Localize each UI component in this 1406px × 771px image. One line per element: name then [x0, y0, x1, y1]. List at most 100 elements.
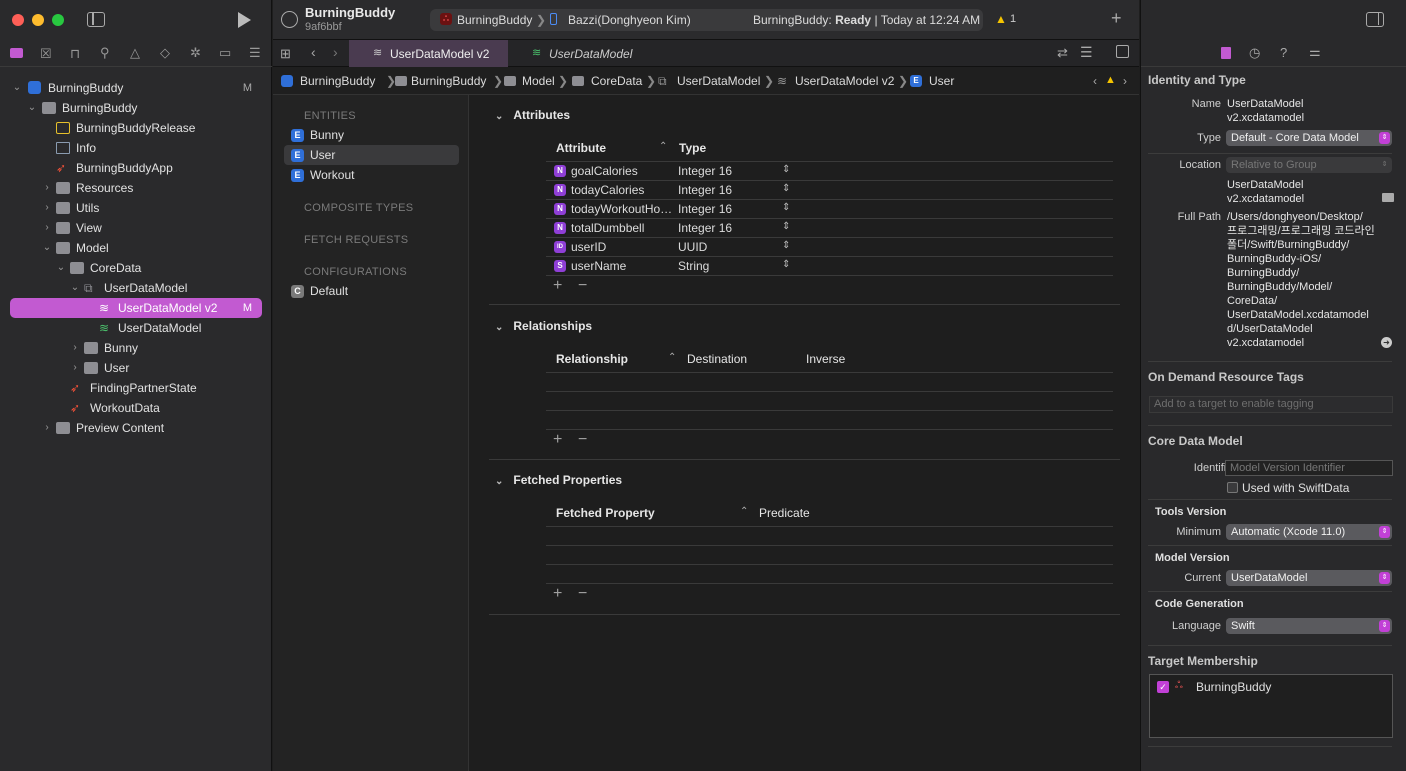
chevron-down-icon[interactable]: ⌄: [495, 476, 503, 487]
column-header-destination[interactable]: Destination: [687, 352, 747, 366]
remove-attribute-button[interactable]: −: [578, 277, 587, 295]
nav-row-group[interactable]: › Preview Content: [0, 418, 272, 438]
nav-row-group[interactable]: › Utils: [0, 198, 272, 218]
find-icon[interactable]: ⚲: [100, 45, 110, 61]
breadcrumb-item[interactable]: BurningBuddy: [300, 74, 375, 88]
stepper-icon[interactable]: ⇕: [782, 202, 790, 213]
close-window-button[interactable]: [12, 14, 24, 26]
current-popup[interactable]: UserDataModel ⇕: [1226, 570, 1392, 586]
chevron-right-icon[interactable]: ›: [42, 178, 52, 198]
add-fetched-property-button[interactable]: +: [553, 585, 562, 603]
nav-row-group[interactable]: › View: [0, 218, 272, 238]
next-issue-icon[interactable]: ›: [1123, 74, 1127, 88]
attribute-type[interactable]: Integer 16: [678, 183, 732, 197]
location-popup[interactable]: Relative to Group ⇕: [1226, 157, 1392, 173]
add-attribute-button[interactable]: +: [553, 277, 562, 295]
editor-options-icon[interactable]: ☰: [1080, 44, 1093, 61]
language-popup[interactable]: Swift ⇕: [1226, 618, 1392, 634]
file-inspector-icon[interactable]: [1221, 47, 1231, 59]
stepper-icon[interactable]: ⇕: [782, 240, 790, 251]
type-popup[interactable]: Default - Core Data Model ⇕: [1226, 130, 1392, 146]
attribute-type[interactable]: UUID: [678, 240, 707, 254]
column-header-fetched-property[interactable]: Fetched Property: [556, 506, 655, 520]
breakpoint-icon[interactable]: ▭: [219, 45, 231, 61]
relationships-section-header[interactable]: ⌄ Relationships: [495, 319, 592, 333]
clock-icon[interactable]: [281, 11, 298, 28]
split-editor-icon[interactable]: [1116, 45, 1129, 58]
column-header-type[interactable]: Type: [679, 141, 706, 155]
chevron-down-icon[interactable]: ⌄: [42, 238, 52, 258]
inspector-toggle-icon[interactable]: [1366, 12, 1384, 27]
name-value-line1[interactable]: UserDataModel: [1227, 97, 1303, 111]
chevron-right-icon[interactable]: ›: [42, 218, 52, 238]
nav-row-group[interactable]: ⌄ BurningBuddy: [0, 98, 272, 118]
attribute-row[interactable]: NgoalCalories Integer 16 ⇕: [546, 162, 1113, 181]
warning-icon[interactable]: ▲: [1105, 74, 1116, 86]
column-header-attribute[interactable]: Attribute: [556, 141, 606, 155]
minimize-window-button[interactable]: [32, 14, 44, 26]
grid-icon[interactable]: ⊞: [280, 46, 291, 62]
nav-row-file[interactable]: ➶ BurningBuddyApp: [0, 158, 272, 178]
entity-item-bunny[interactable]: E Bunny: [284, 125, 459, 145]
chevron-down-icon[interactable]: ⌄: [495, 111, 503, 122]
forward-arrow-icon[interactable]: ›: [333, 44, 338, 60]
attribute-name[interactable]: todayWorkoutHou...: [571, 202, 675, 216]
configuration-item-default[interactable]: C Default: [284, 281, 459, 301]
breadcrumb-item[interactable]: CoreData: [591, 74, 642, 88]
attribute-row[interactable]: NtodayWorkoutHou... Integer 16 ⇕: [546, 200, 1113, 219]
chevron-right-icon[interactable]: ›: [70, 358, 80, 378]
back-arrow-icon[interactable]: ‹: [311, 44, 316, 60]
remove-relationship-button[interactable]: −: [578, 431, 587, 449]
swap-icon[interactable]: ⇄: [1057, 45, 1068, 61]
scheme-selector[interactable]: BurningBuddy: [457, 13, 532, 27]
breadcrumb-item[interactable]: UserDataModel v2: [795, 74, 894, 88]
report-icon[interactable]: ☰: [249, 45, 261, 61]
stepper-icon[interactable]: ⇕: [782, 221, 790, 232]
project-navigator-icon[interactable]: [10, 48, 23, 58]
nav-row-file[interactable]: ➶ WorkoutData: [0, 398, 272, 418]
breadcrumb-item[interactable]: UserDataModel: [677, 74, 760, 88]
nav-row-group[interactable]: › Resources: [0, 178, 272, 198]
chevron-right-icon[interactable]: ›: [42, 198, 52, 218]
nav-row-group[interactable]: ⌄ ⧉ UserDataModel: [0, 278, 272, 298]
attribute-type[interactable]: Integer 16: [678, 202, 732, 216]
attribute-row[interactable]: NtotalDumbbell Integer 16 ⇕: [546, 219, 1113, 238]
attribute-row[interactable]: NtodayCalories Integer 16 ⇕: [546, 181, 1113, 200]
reveal-arrow-icon[interactable]: ➜: [1381, 337, 1392, 348]
chevron-down-icon[interactable]: ⌄: [12, 78, 22, 98]
zoom-window-button[interactable]: [52, 14, 64, 26]
checkmark-icon[interactable]: ✓: [1157, 681, 1169, 693]
attribute-name[interactable]: todayCalories: [571, 183, 675, 197]
attribute-name[interactable]: goalCalories: [571, 164, 675, 178]
nav-row-file[interactable]: ≋ UserDataModel: [0, 318, 272, 338]
destination-selector[interactable]: Bazzi(Donghyeon Kim): [568, 13, 691, 27]
issue-icon[interactable]: △: [130, 45, 140, 61]
source-control-icon[interactable]: ☒: [40, 46, 52, 62]
tab-active[interactable]: ≋ UserDataModel v2: [349, 40, 508, 67]
breadcrumb-item[interactable]: BurningBuddy: [411, 74, 486, 88]
attribute-row[interactable]: SuserName String ⇕: [546, 257, 1113, 276]
stepper-icon[interactable]: ⇕: [782, 164, 790, 175]
attribute-type[interactable]: String: [678, 259, 709, 273]
nav-row-group[interactable]: › Bunny: [0, 338, 272, 358]
remove-fetched-property-button[interactable]: −: [578, 585, 587, 603]
attribute-type[interactable]: Integer 16: [678, 164, 732, 178]
entity-item-user[interactable]: E User: [284, 145, 459, 165]
nav-row-file[interactable]: BurningBuddyRelease: [0, 118, 272, 138]
attribute-row[interactable]: ID userID UUID ⇕: [546, 238, 1113, 257]
column-header-predicate[interactable]: Predicate: [759, 506, 810, 520]
identifier-input[interactable]: Model Version Identifier: [1225, 460, 1393, 476]
odr-tags-field[interactable]: Add to a target to enable tagging: [1149, 396, 1393, 413]
attribute-name[interactable]: totalDumbbell: [571, 221, 675, 235]
add-relationship-button[interactable]: +: [553, 431, 562, 449]
chevron-right-icon[interactable]: ›: [42, 418, 52, 438]
minimum-popup[interactable]: Automatic (Xcode 11.0) ⇕: [1226, 524, 1392, 540]
history-icon[interactable]: ◷: [1249, 45, 1260, 61]
nav-row-file[interactable]: ➶ FindingPartnerState: [0, 378, 272, 398]
stepper-icon[interactable]: ⇕: [782, 259, 790, 270]
fetched-properties-section-header[interactable]: ⌄ Fetched Properties: [495, 473, 622, 487]
name-value-line2[interactable]: v2.xcdatamodel: [1227, 111, 1304, 125]
add-library-button[interactable]: +: [1111, 8, 1122, 29]
prev-issue-icon[interactable]: ‹: [1093, 74, 1097, 88]
entity-item-workout[interactable]: E Workout: [284, 165, 459, 185]
